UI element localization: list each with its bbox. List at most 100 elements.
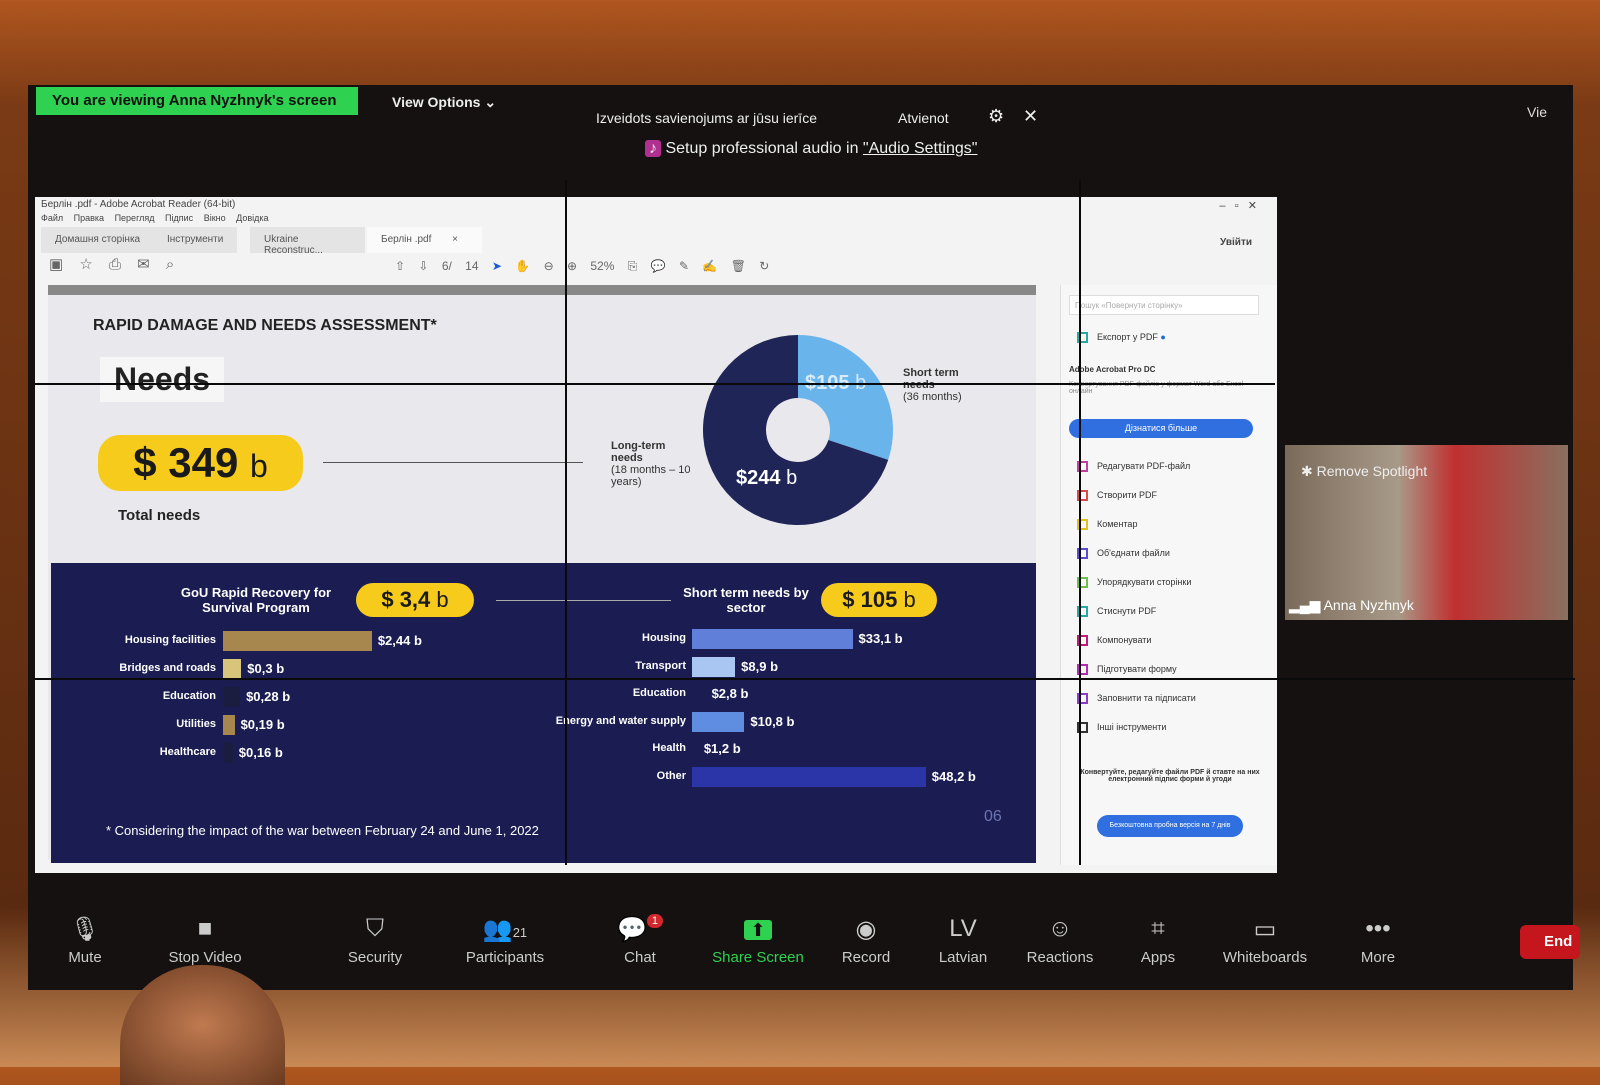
toolbar-security-button[interactable]: ⛉ Security [325,915,425,966]
view-button[interactable]: Vie [1527,104,1547,120]
toolbar-stop-video-button[interactable]: ■ Stop Video [155,915,255,966]
tool-label: Редагувати PDF-файл [1097,461,1191,471]
export-pdf-item[interactable]: Експорт у PDF ● [1077,332,1166,344]
sign-in-button[interactable]: Увійти [1220,237,1252,248]
fit-icon[interactable]: ⎘ [628,259,638,273]
bar-category: Other [656,769,686,782]
close-tab-icon[interactable]: × [452,234,458,245]
mail-icon[interactable]: ✉ [137,256,150,273]
tab-berlin[interactable]: Берлін .pdf × [367,227,482,253]
page-down-icon[interactable]: ⇩ [418,259,428,273]
learn-more-button[interactable]: Дізнатися більше [1069,419,1253,438]
toolbar-chat-button[interactable]: 💬 1 Chat [590,914,690,966]
bar-value-label: $10,8 b [750,713,795,729]
tool-item[interactable]: Стиснути PDF [1077,606,1156,618]
toolbar-label: Security [347,949,403,966]
bar-category: Healthcare [159,746,216,758]
gear-icon[interactable]: ⚙ [988,106,1004,127]
select-cursor-icon[interactable]: ➤ [492,259,502,273]
long-term-unit: b [786,467,798,489]
tool-item[interactable]: Коментар [1077,519,1137,531]
bar [692,656,736,677]
window-controls[interactable]: – ▫ ✕ [1219,199,1257,212]
bar-category: Housing [642,632,686,644]
toolbar-whiteboards-button[interactable]: ▭ Whiteboards [1215,915,1315,966]
apps-icon: ⌗ [1151,915,1165,942]
tool-item[interactable]: Інші інструменти [1077,722,1166,734]
page-up-icon[interactable]: ⇧ [395,259,405,273]
donut-slice [798,335,893,460]
connection-bar: Izveidots savienojums ar jūsu ierīce Atv… [578,104,1068,134]
bar-category: Energy and water supply [555,714,686,727]
tool-item[interactable]: Редагувати PDF-файл [1077,461,1191,473]
remove-spotlight-button[interactable]: ✱ Remove Spotlight [1301,463,1427,480]
disconnect-button[interactable]: Atvienot [898,110,949,126]
tool-item[interactable]: Упорядкувати сторінки [1077,577,1191,589]
menu-item[interactable]: Довідка [236,213,268,223]
toolbar-center[interactable]: ⇧ ⇩ 6/ 14 ➤ ✋ ⊖ ⊕ 52% ⎘ 💬 ✎ ✍ 🗑 ↻ [395,259,769,274]
view-options-button[interactable]: View Options ⌄ [392,94,496,111]
print-icon[interactable]: ⎙ [109,256,121,273]
bar [223,715,235,735]
toolbar-apps-button[interactable]: ⌗ Apps [1108,915,1208,966]
whiteboard-icon: ▭ [1253,916,1277,943]
arrow-line [323,462,583,463]
tab-tools[interactable]: Інструменти [153,227,238,253]
toolbar-record-button[interactable]: ◉ Record [816,915,916,966]
page-number[interactable]: 6 [442,259,449,273]
rotate-icon[interactable]: ↻ [759,259,769,273]
tool-item[interactable]: Об'єднати файли [1077,548,1170,560]
search-icon[interactable]: ⌕ [166,256,174,273]
tools-search-input[interactable]: Пошук «Повернути сторінку» [1069,295,1259,315]
hand-icon[interactable]: ✋ [515,259,530,273]
tab-ukraine[interactable]: Ukraine Reconstruc... [250,227,365,256]
toolbar-mute-button[interactable]: 🎙 Mute [35,915,135,966]
tool-item[interactable]: Створити PDF [1077,490,1157,502]
bar-value-label: $33,1 b [858,631,903,646]
toolbar-label: Chat [624,949,656,966]
bar-category: Utilities [176,718,216,730]
bar-category: Education [162,690,216,702]
menu-item[interactable]: Вікно [204,213,226,223]
end-button[interactable]: End [1520,925,1580,959]
bar [223,631,372,651]
toolbar-latvian-button[interactable]: LV Latvian [913,915,1013,966]
toolbar-share-screen-button[interactable]: ⬆ Share Screen [708,915,808,966]
toolbar-left[interactable]: ▣ ☆ ⎙ ✉ ⌕ [49,255,174,273]
toolbar-more-button[interactable]: ••• More [1328,915,1428,966]
star-icon[interactable]: ☆ [79,256,92,273]
shield-icon: ⛉ [366,915,384,942]
tool-label: Компонувати [1097,635,1152,645]
comment-icon[interactable]: 💬 [651,259,666,273]
donut-chart [703,335,893,525]
pin-icon: ✱ [1301,463,1313,479]
save-icon[interactable]: ▣ [49,256,63,273]
bar [223,743,233,763]
zoom-in-icon[interactable]: ⊕ [567,259,577,273]
audio-settings-link[interactable]: "Audio Settings" [863,140,978,157]
tool-item[interactable]: Компонувати [1077,635,1152,647]
free-trial-button[interactable]: Безкоштовна пробна версія на 7 днів [1097,815,1243,837]
pen-icon[interactable]: ✎ [679,259,689,273]
toolbar-reactions-button[interactable]: ☺ Reactions [1010,915,1110,966]
unpin-icon[interactable]: ✕ [1023,106,1038,127]
delete-icon[interactable]: 🗑 [731,259,746,273]
toolbar-participants-button[interactable]: 👥21 Participants [455,915,555,966]
sign-icon[interactable]: ✍ [702,259,717,273]
menu-item[interactable]: Підпис [165,213,193,223]
menu-item[interactable]: Файл [41,213,63,223]
zoom-out-icon[interactable]: ⊖ [544,259,554,273]
long-term-title: Long-term needs [611,440,666,464]
tool-item[interactable]: Підготувати форму [1077,664,1177,676]
video-tile[interactable]: ✱ Remove Spotlight ▂▄▆ Anna Nyzhnyk [1285,445,1568,620]
menu-item[interactable]: Правка [74,213,104,223]
bar [692,684,706,704]
promo-text: Конвертуйте, редагуйте файли PDF й ставт… [1080,769,1260,783]
menu-bar[interactable]: Файл Правка Перегляд Підпис Вікно Довідк… [41,213,269,223]
menu-item[interactable]: Перегляд [115,213,155,223]
zoom-level[interactable]: 52% [590,259,614,273]
bar-value-label: $48,2 b [931,768,976,784]
chat-icon: 💬 1 [590,914,690,949]
tool-item[interactable]: Заповнити та підписати [1077,693,1196,705]
tab-home[interactable]: Домашня сторінка [41,227,155,253]
